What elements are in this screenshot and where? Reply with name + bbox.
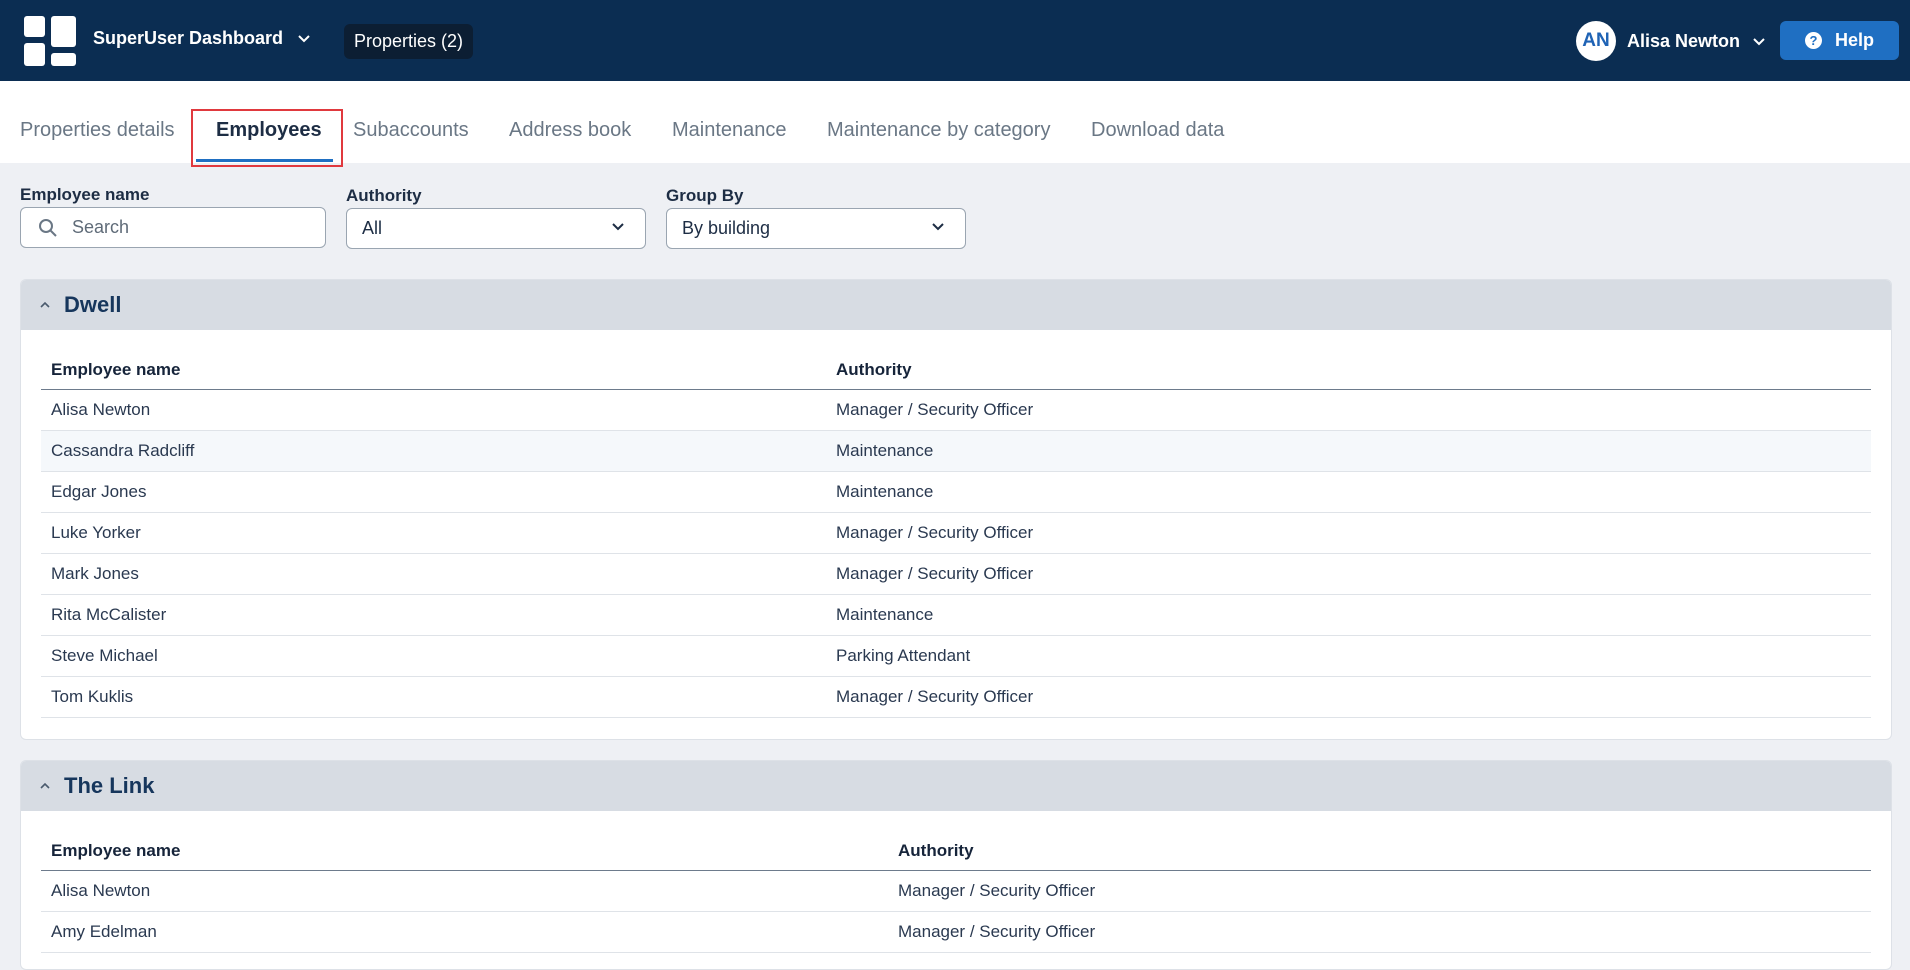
employee-name-cell: Steve Michael [51, 646, 158, 665]
tab-properties-details[interactable]: Properties details [20, 119, 175, 142]
help-button[interactable]: ? Help [1780, 21, 1899, 60]
group-by-filter-label: Group By [666, 186, 744, 205]
user-menu[interactable]: AN Alisa Newton [1576, 21, 1766, 61]
employee-name-cell: Alisa Newton [51, 881, 151, 900]
table-row[interactable]: Alisa Newton Manager / Security Officer [41, 871, 1871, 912]
chevron-down-icon [1753, 37, 1765, 45]
table-header: Employee name Authority [41, 835, 1871, 871]
employee-search-input[interactable]: Search [20, 207, 326, 248]
tab-employees[interactable]: Employees [216, 119, 322, 142]
help-label: Help [1834, 30, 1874, 50]
employee-name-cell: Mark Jones [51, 564, 139, 583]
question-circle-icon: ? [1804, 32, 1822, 49]
employee-name-cell: Amy Edelman [51, 922, 157, 941]
employee-name-cell: Tom Kuklis [51, 687, 134, 706]
group-title: The Link [64, 773, 155, 798]
table-row[interactable]: Mark Jones Manager / Security Officer [41, 554, 1871, 595]
chevron-up-icon [40, 782, 50, 789]
app-logo-icon[interactable] [24, 16, 76, 66]
column-header-employee-name[interactable]: Employee name [51, 360, 180, 380]
authority-cell: Maintenance [836, 482, 934, 501]
group-header[interactable]: Dwell [21, 280, 1891, 330]
authority-cell: Manager / Security Officer [898, 922, 1096, 941]
active-tab-indicator [196, 159, 333, 162]
employee-name-cell: Cassandra Radcliff [51, 441, 195, 460]
tab-download-data[interactable]: Download data [1091, 119, 1224, 142]
table-row[interactable]: Amy Edelman Manager / Security Officer [41, 912, 1871, 953]
chevron-down-icon [932, 223, 944, 231]
authority-cell: Manager / Security Officer [836, 523, 1034, 542]
authority-selected-value: All [362, 218, 383, 238]
app-switcher-dropdown[interactable]: SuperUser Dashboard [93, 28, 311, 49]
authority-cell: Manager / Security Officer [836, 400, 1034, 419]
employees-table: Employee name Authority Alisa Newton Man… [41, 354, 1871, 718]
table-row[interactable]: Cassandra Radcliff Maintenance [41, 431, 1871, 472]
table-row[interactable]: Steve Michael Parking Attendant [41, 636, 1871, 677]
authority-cell: Manager / Security Officer [836, 564, 1034, 583]
chevron-down-icon [298, 35, 310, 43]
table-header: Employee name Authority [41, 354, 1871, 390]
properties-label: Properties (2) [354, 31, 464, 51]
table-row[interactable]: Alisa Newton Manager / Security Officer [41, 390, 1871, 431]
chevron-up-icon [40, 301, 50, 308]
tab-subaccounts[interactable]: Subaccounts [353, 119, 469, 142]
tab-bar: Properties details Employees Subaccounts… [0, 81, 1910, 167]
search-icon [39, 218, 57, 237]
building-group-dwell: Dwell Employee name Authority Alisa Newt… [20, 279, 1892, 740]
employee-name-cell: Rita McCalister [51, 605, 167, 624]
chevron-down-icon [612, 223, 624, 231]
employee-name-filter-label: Employee name [20, 185, 150, 204]
table-row[interactable]: Edgar Jones Maintenance [41, 472, 1871, 513]
column-header-authority[interactable]: Authority [898, 841, 974, 861]
group-header[interactable]: The Link [21, 761, 1891, 811]
employees-table: Employee name Authority Alisa Newton Man… [41, 835, 1871, 953]
table-row[interactable]: Rita McCalister Maintenance [41, 595, 1871, 636]
table-row[interactable]: Luke Yorker Manager / Security Officer [41, 513, 1871, 554]
app-title: SuperUser Dashboard [93, 28, 284, 48]
column-header-employee-name[interactable]: Employee name [51, 841, 180, 861]
group-title: Dwell [64, 292, 122, 317]
group-by-select[interactable]: By building [666, 208, 966, 249]
tab-maintenance-by-category[interactable]: Maintenance by category [827, 119, 1050, 142]
top-navbar: SuperUser Dashboard Properties (2) AN Al… [0, 0, 1910, 81]
building-group-the-link: The Link Employee name Authority Alisa N… [20, 760, 1892, 970]
authority-cell: Maintenance [836, 441, 934, 460]
authority-filter-label: Authority [346, 186, 422, 205]
search-placeholder: Search [72, 217, 130, 237]
authority-cell: Manager / Security Officer [898, 881, 1096, 900]
user-name: Alisa Newton [1627, 30, 1741, 51]
authority-cell: Maintenance [836, 605, 934, 624]
employee-name-cell: Edgar Jones [51, 482, 147, 501]
group-by-selected-value: By building [682, 218, 771, 238]
authority-cell: Parking Attendant [836, 646, 971, 665]
employee-name-cell: Luke Yorker [51, 523, 141, 542]
employee-name-cell: Alisa Newton [51, 400, 151, 419]
authority-select[interactable]: All [346, 208, 646, 249]
tab-address-book[interactable]: Address book [509, 119, 631, 142]
authority-cell: Manager / Security Officer [836, 687, 1034, 706]
column-header-authority[interactable]: Authority [836, 360, 912, 380]
properties-button[interactable]: Properties (2) [344, 24, 474, 59]
tab-maintenance[interactable]: Maintenance [672, 119, 787, 142]
table-row[interactable]: Tom Kuklis Manager / Security Officer [41, 677, 1871, 718]
avatar: AN [1576, 21, 1616, 61]
